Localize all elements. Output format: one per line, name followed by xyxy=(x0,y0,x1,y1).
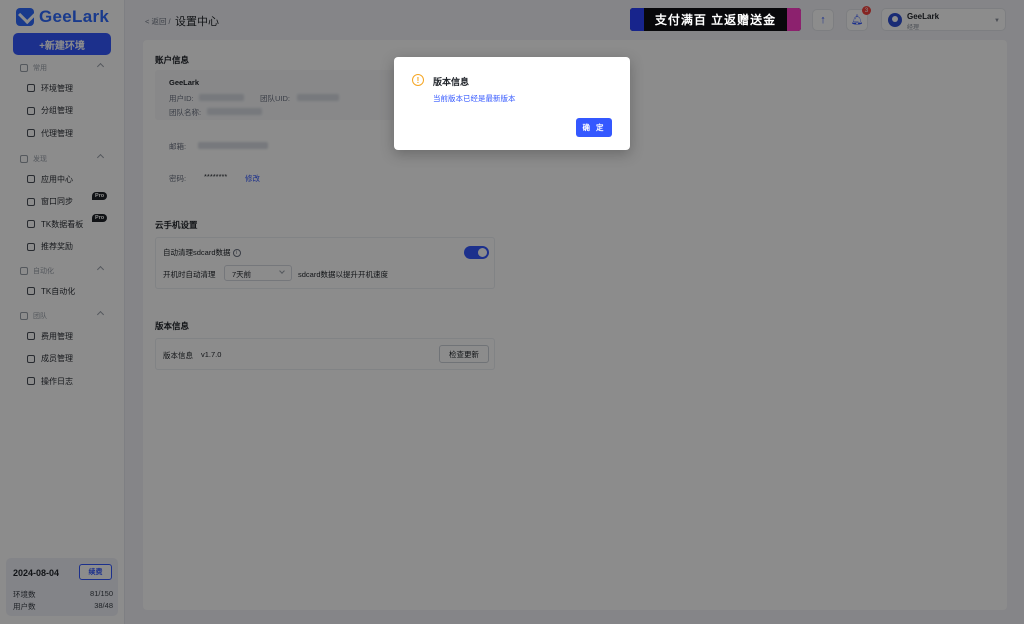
modal-message: 当前版本已经是最新版本 xyxy=(433,94,516,103)
version-info-modal: ! 版本信息 当前版本已经是最新版本 确 定 xyxy=(394,57,630,150)
promo-banner[interactable]: 支付满百 立返赠送金 xyxy=(630,8,801,31)
confirm-button[interactable]: 确 定 xyxy=(576,118,612,137)
warning-icon: ! xyxy=(412,74,424,86)
modal-title: 版本信息 xyxy=(433,77,470,87)
